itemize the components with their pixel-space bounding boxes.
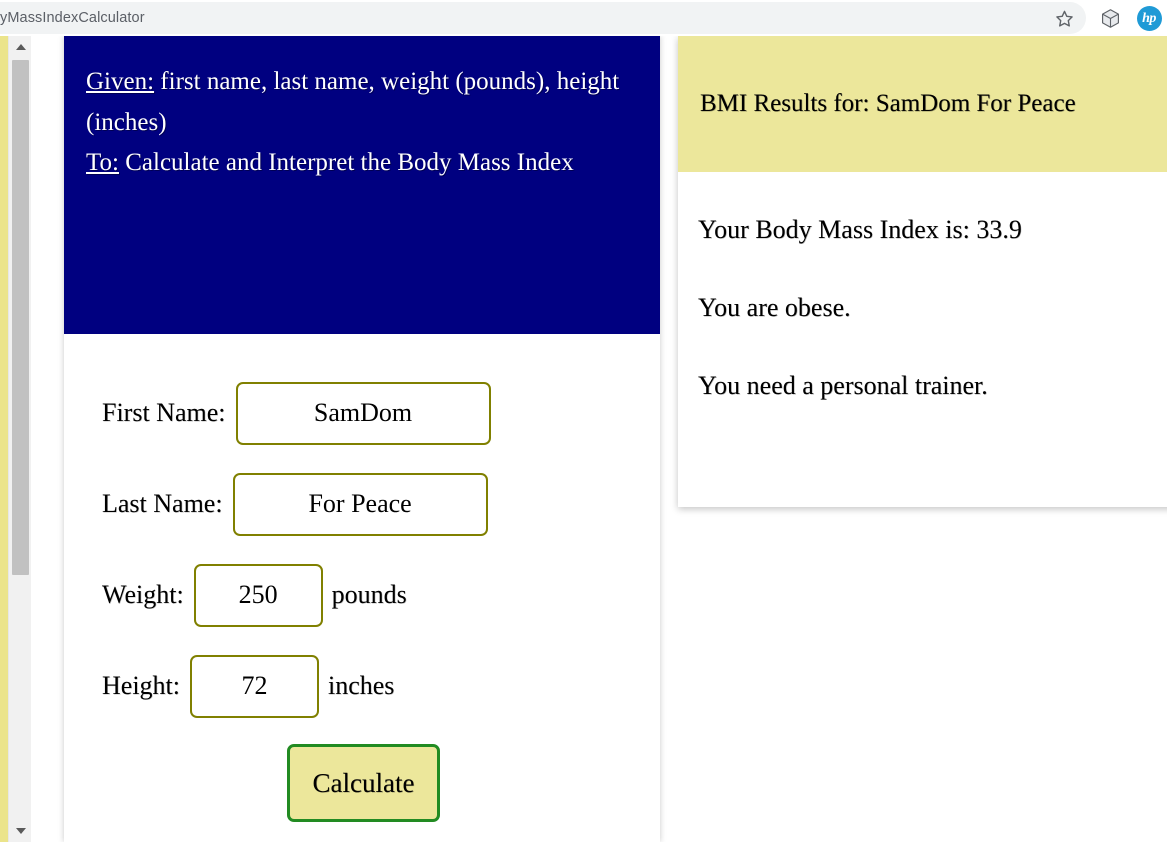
given-text: first name, last name, weight (pounds), … xyxy=(86,68,620,136)
given-statement: Given: first name, last name, weight (po… xyxy=(86,62,638,143)
bmi-form-card: Given: first name, last name, weight (po… xyxy=(64,36,660,842)
given-label: Given: xyxy=(86,68,155,95)
weight-label: Weight: xyxy=(102,580,184,609)
cube-icon[interactable] xyxy=(1098,6,1122,30)
weight-unit-label: pounds xyxy=(331,580,407,609)
bmi-advice-line: You need a personal trainer. xyxy=(698,371,988,400)
browser-toolbar: yMassIndexCalculator hp xyxy=(0,0,1167,36)
to-statement: To: Calculate and Interpret the Body Mas… xyxy=(86,143,638,184)
bmi-value-line: Your Body Mass Index is: 33.9 xyxy=(698,215,1022,244)
height-input[interactable] xyxy=(190,654,319,718)
results-title: BMI Results for: SamDom For Peace xyxy=(700,90,1076,117)
form-card-header: Given: first name, last name, weight (po… xyxy=(64,36,660,334)
height-unit-label: inches xyxy=(328,671,395,700)
results-card-body: Your Body Mass Index is: 33.9 You are ob… xyxy=(678,172,1167,401)
bmi-form: First Name: Last Name: Weight: pounds He… xyxy=(64,334,660,822)
weight-input[interactable] xyxy=(193,563,323,627)
results-card-header: BMI Results for: SamDom For Peace xyxy=(678,36,1167,172)
scrollbar-thumb[interactable] xyxy=(12,60,29,575)
hp-logo-label: hp xyxy=(1136,5,1162,31)
hp-logo-icon[interactable]: hp xyxy=(1136,5,1162,31)
calculate-row: Calculate xyxy=(102,744,660,822)
first-name-row: First Name: xyxy=(102,380,660,446)
page-viewport: Given: first name, last name, weight (po… xyxy=(0,36,1167,842)
weight-row: Weight: pounds xyxy=(102,562,660,628)
vertical-scrollbar[interactable] xyxy=(8,36,31,842)
scroll-up-arrow-icon[interactable] xyxy=(9,38,32,56)
address-bar-text: yMassIndexCalculator xyxy=(0,10,145,26)
bmi-category-line: You are obese. xyxy=(698,293,851,322)
height-row: Height: inches xyxy=(102,653,660,719)
star-icon[interactable] xyxy=(1052,6,1076,30)
height-label: Height: xyxy=(102,671,180,700)
last-name-label: Last Name: xyxy=(102,489,223,518)
to-text: Calculate and Interpret the Body Mass In… xyxy=(118,149,574,176)
first-name-input[interactable] xyxy=(235,381,491,445)
bmi-results-card: BMI Results for: SamDom For Peace Your B… xyxy=(678,36,1167,507)
last-name-input[interactable] xyxy=(232,472,488,536)
first-name-label: First Name: xyxy=(102,398,226,427)
scroll-down-arrow-icon[interactable] xyxy=(9,822,32,840)
last-name-row: Last Name: xyxy=(102,471,660,537)
to-label: To: xyxy=(86,149,119,176)
address-bar[interactable]: yMassIndexCalculator xyxy=(0,2,1086,34)
calculate-button[interactable]: Calculate xyxy=(287,744,440,822)
page-left-edge-strip xyxy=(0,36,8,842)
